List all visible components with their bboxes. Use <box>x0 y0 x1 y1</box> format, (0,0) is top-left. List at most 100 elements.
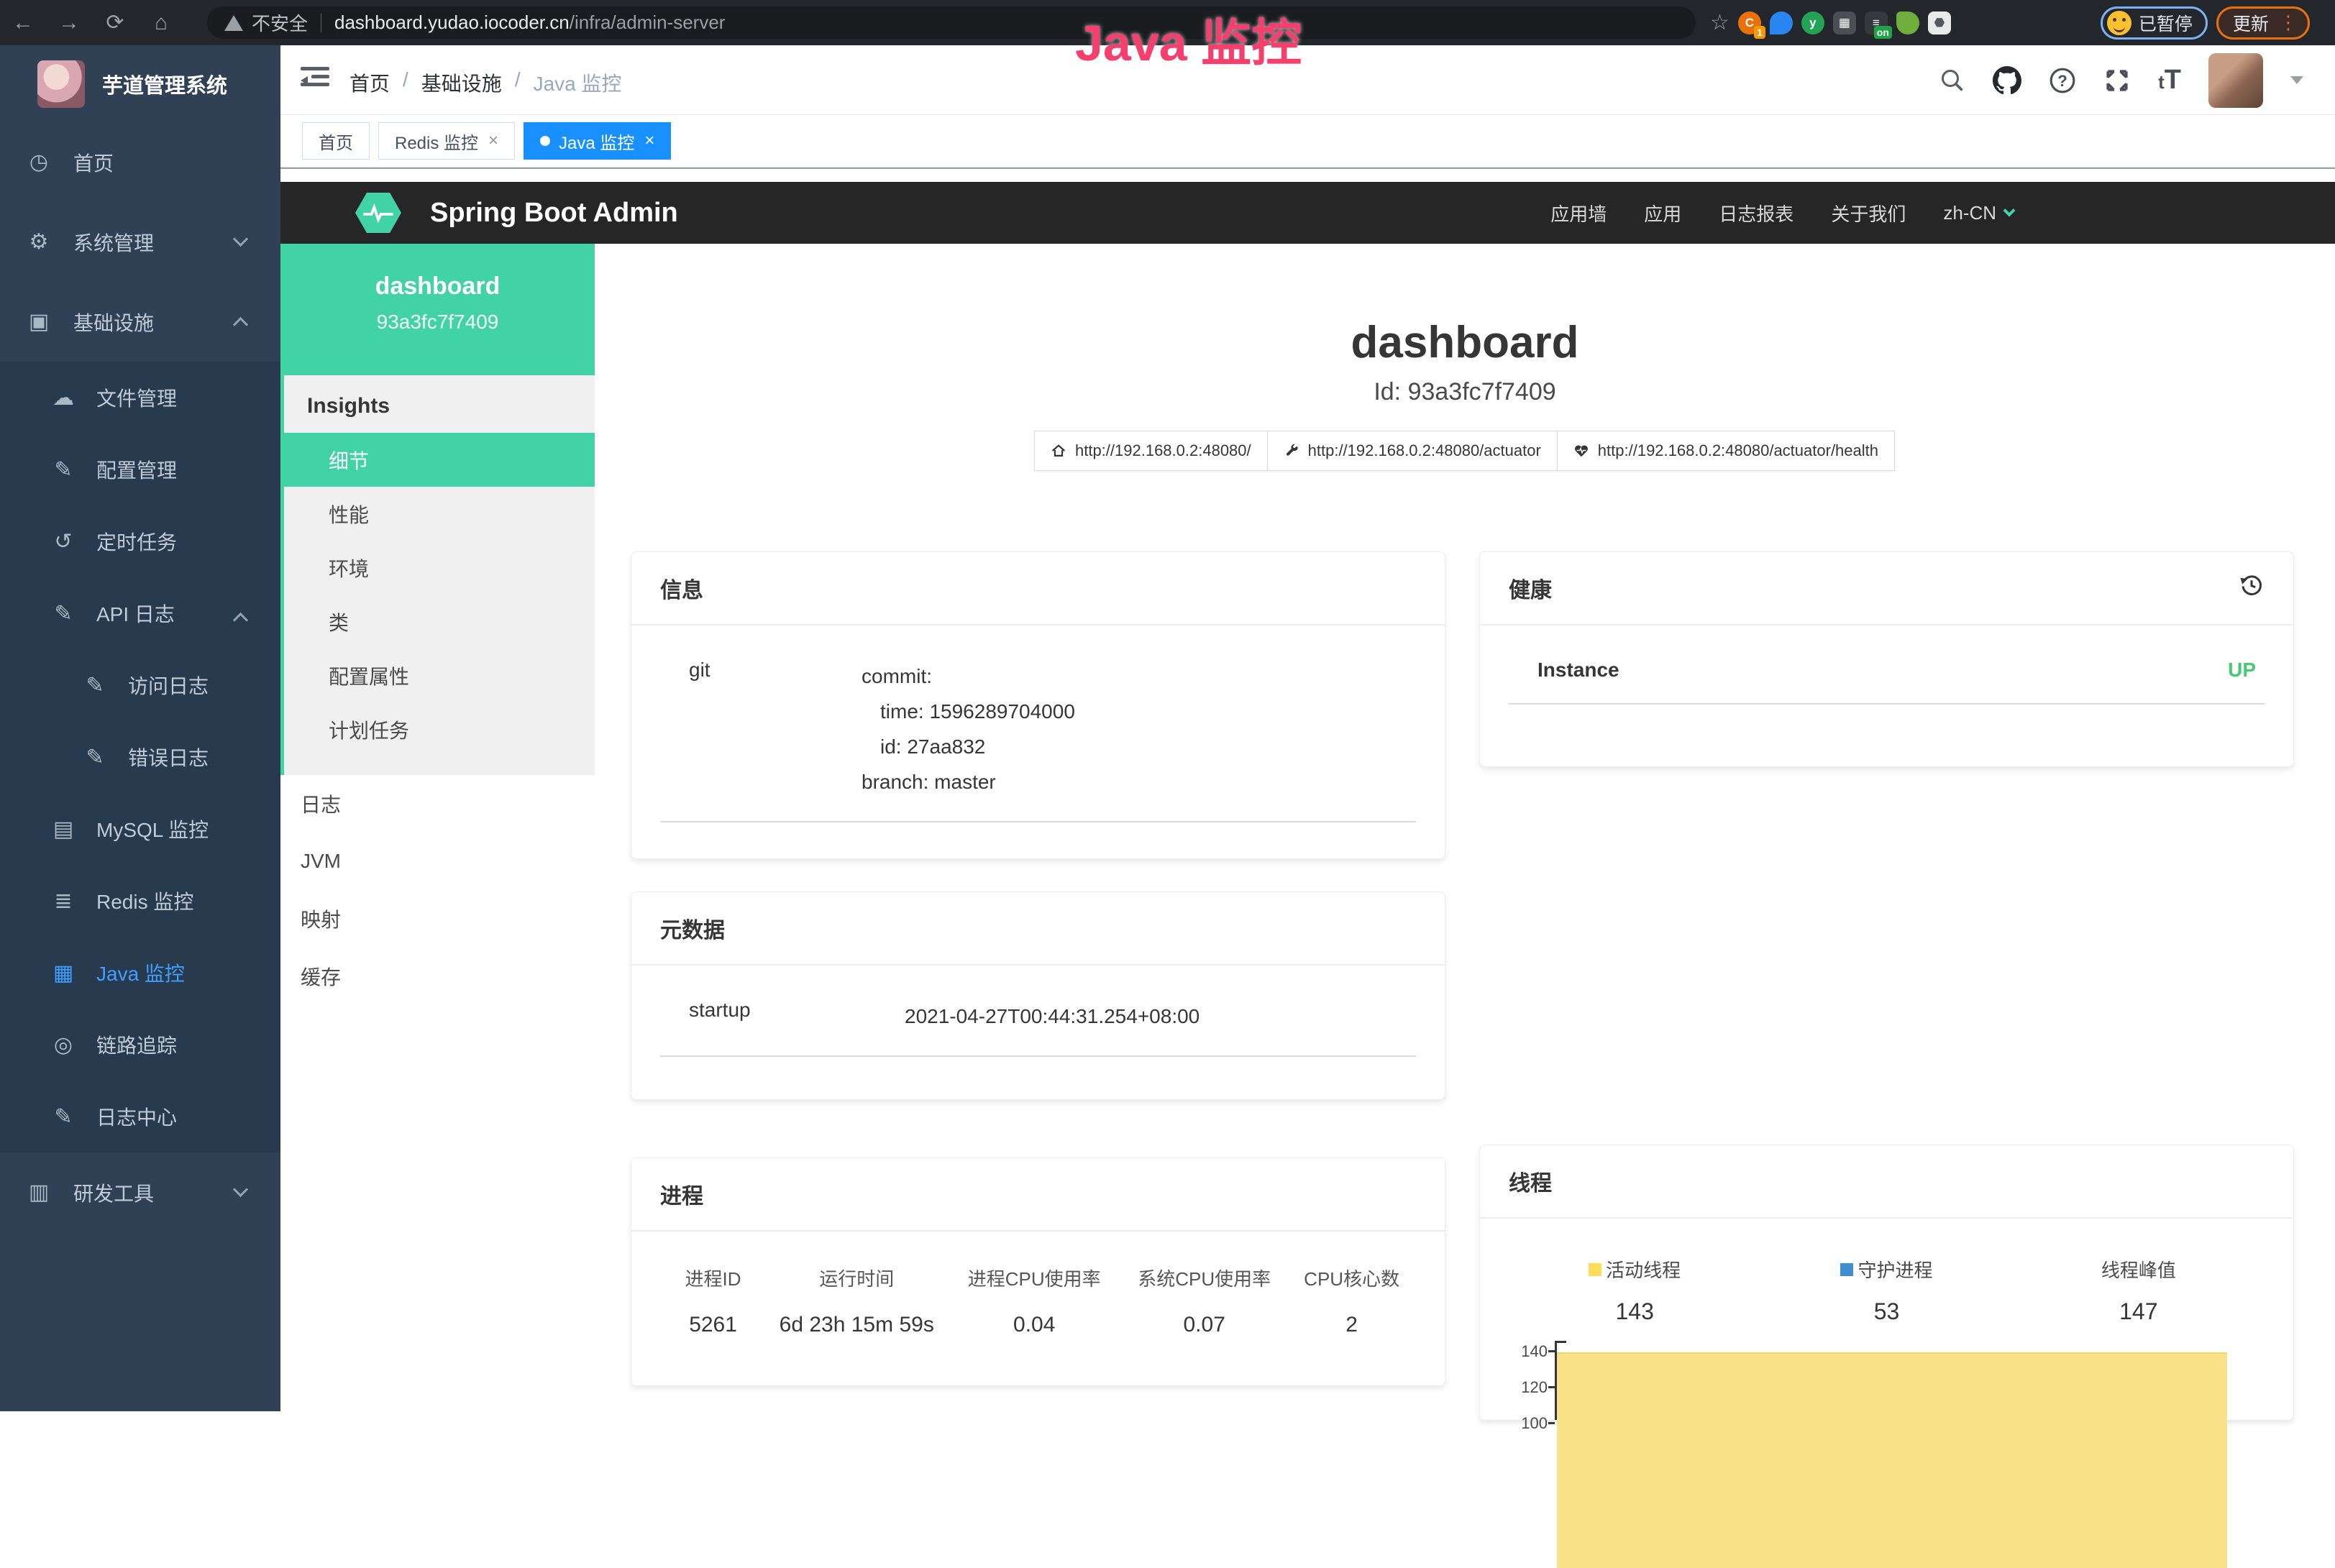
sidebar-item-jobs[interactable]: ↺ 定时任务 <box>0 505 280 577</box>
sidebar-item-dev-tools[interactable]: ▥ 研发工具 <box>0 1152 280 1232</box>
sba-menu-details[interactable]: 细节 <box>284 433 595 487</box>
chrome-update-button[interactable]: 更新 ⋮ <box>2216 6 2310 40</box>
close-icon[interactable]: × <box>644 131 654 151</box>
health-url-link[interactable]: http://192.168.0.2:48080/actuator/health <box>1557 431 1895 471</box>
layers-icon: ≣ <box>47 889 79 914</box>
instance-title: dashboard <box>595 317 2335 368</box>
process-cpu: 0.04 <box>947 1313 1121 1337</box>
sba-nav-about[interactable]: 关于我们 <box>1831 200 1906 226</box>
service-url-link[interactable]: http://192.168.0.2:48080/ <box>1034 431 1268 471</box>
chrome-menu-icon[interactable]: ⋮ <box>2279 12 2298 34</box>
history-icon[interactable] <box>2239 572 2265 604</box>
process-table: 进程ID 运行时间 进程CPU使用率 系统CPU使用率 CPU核心数 5261 … <box>660 1265 1416 1337</box>
sidebar-item-infra[interactable]: ▣ 基础设施 <box>0 282 280 362</box>
annotation-text: Java 监控 <box>1075 3 1302 75</box>
github-icon[interactable] <box>1993 66 2021 95</box>
sba-menu-caches[interactable]: 缓存 <box>280 948 595 1005</box>
metadata-startup-row: startup 2021-04-27T00:44:31.254+08:00 <box>660 999 1416 1057</box>
sidebar-item-java-monitor[interactable]: ▦ Java 监控 <box>0 937 280 1009</box>
bookmark-star-icon[interactable]: ☆ <box>1710 10 1729 35</box>
infra-submenu: ☁ 文件管理 ✎ 配置管理 ↺ 定时任务 ✎ API 日志 ✎ 访问日志 ✎ 错… <box>0 362 280 1152</box>
sidebar-item-files[interactable]: ☁ 文件管理 <box>0 362 280 434</box>
breadcrumb-home[interactable]: 首页 <box>349 68 390 97</box>
process-card-title: 进程 <box>660 1178 703 1210</box>
extension-grid-icon[interactable]: ▦ <box>1833 12 1856 35</box>
breadcrumb-infra[interactable]: 基础设施 <box>421 68 502 97</box>
sidebar-item-log-center[interactable]: ✎ 日志中心 <box>0 1081 280 1152</box>
cpu-cores: 2 <box>1287 1313 1416 1337</box>
edit-icon: ✎ <box>79 673 111 698</box>
sidebar-item-config[interactable]: ✎ 配置管理 <box>0 434 280 505</box>
sba-logo-icon[interactable] <box>355 193 401 233</box>
sba-nav-journal[interactable]: 日志报表 <box>1719 200 1793 226</box>
sidebar-item-error-log[interactable]: ✎ 错误日志 <box>0 721 280 793</box>
cloud-upload-icon: ☁ <box>47 385 79 411</box>
extension-switch-icon[interactable]: ≡on <box>1865 12 1888 35</box>
sba-menu-logging[interactable]: 日志 <box>280 775 595 833</box>
profile-chip[interactable]: 已暂停 <box>2101 6 2208 40</box>
forward-icon[interactable]: → <box>46 11 92 35</box>
breadcrumb-current: Java 监控 <box>534 68 622 97</box>
sba-language-select[interactable]: zh-CN <box>1943 202 2014 224</box>
tab-java-monitor[interactable]: Java 监控 × <box>524 122 671 160</box>
text-size-icon[interactable]: tT <box>2158 65 2181 96</box>
sidebar-item-redis[interactable]: ≣ Redis 监控 <box>0 865 280 937</box>
extensions-puzzle-icon[interactable]: ⬣ <box>1928 12 1951 35</box>
wrench-icon <box>1284 443 1299 459</box>
process-pid: 5261 <box>660 1313 766 1337</box>
sba-instance-header[interactable]: dashboard 93a3fc7f7409 <box>280 244 595 375</box>
gear-icon: ⚙ <box>23 229 55 255</box>
actuator-url-link[interactable]: http://192.168.0.2:48080/actuator <box>1267 431 1558 471</box>
sba-menu-config-props[interactable]: 配置属性 <box>284 648 595 702</box>
user-menu-caret-icon[interactable] <box>2290 76 2303 84</box>
sidebar-item-home[interactable]: ◷ 首页 <box>0 122 280 202</box>
metadata-card-title: 元数据 <box>660 912 725 944</box>
extension-icon[interactable]: C1 <box>1738 12 1761 35</box>
sba-menu-environment[interactable]: 环境 <box>284 541 595 595</box>
extension-leaf-icon[interactable] <box>1896 12 1919 35</box>
sidebar-item-tracing[interactable]: ◎ 链路追踪 <box>0 1009 280 1081</box>
search-icon[interactable] <box>1939 68 1965 93</box>
tab-home[interactable]: 首页 <box>302 122 370 160</box>
profile-chip-label: 已暂停 <box>2139 10 2193 36</box>
tab-redis-monitor[interactable]: Redis 监控 × <box>378 122 515 160</box>
app-sidebar: 芋道管理系统 ◷ 首页 ⚙ 系统管理 ▣ 基础设施 ☁ 文件管理 ✎ 配置管理 … <box>0 45 280 1411</box>
user-avatar[interactable] <box>2208 53 2263 108</box>
sidebar-item-system[interactable]: ⚙ 系统管理 <box>0 202 280 282</box>
extension-pin-icon[interactable] <box>1770 12 1793 35</box>
back-icon[interactable]: ← <box>0 11 46 35</box>
sidebar-item-mysql[interactable]: ▤ MySQL 监控 <box>0 793 280 865</box>
edit-icon: ✎ <box>79 745 111 770</box>
extension-y-icon[interactable]: y <box>1801 12 1824 35</box>
gauge-icon: ◷ <box>23 150 55 175</box>
fullscreen-icon[interactable] <box>2103 67 2131 94</box>
active-tab-dot <box>540 136 550 146</box>
heartbeat-icon <box>1573 443 1589 459</box>
edit-icon: ✎ <box>47 457 79 482</box>
sidebar-item-access-log[interactable]: ✎ 访问日志 <box>0 649 280 721</box>
sba-menu-scheduled-tasks[interactable]: 计划任务 <box>284 702 595 756</box>
sba-brand[interactable]: Spring Boot Admin <box>430 198 678 229</box>
help-icon[interactable]: ? <box>2049 67 2076 94</box>
sidebar-collapse-icon[interactable] <box>301 67 329 93</box>
home-icon[interactable]: ⌂ <box>138 11 184 35</box>
sba-instance-content: dashboard Id: 93a3fc7f7409 http://192.16… <box>595 244 2335 1464</box>
close-icon[interactable]: × <box>488 131 498 151</box>
sba-menu-classes[interactable]: 类 <box>284 595 595 648</box>
health-instance-row[interactable]: Instance UP <box>1509 659 2265 705</box>
sba-instance-sidebar: dashboard 93a3fc7f7409 Insights 细节 性能 环境… <box>280 244 595 1464</box>
sidebar-item-api-log[interactable]: ✎ API 日志 <box>0 577 280 649</box>
sba-nav-wallboard[interactable]: 应用墙 <box>1550 200 1607 226</box>
address-bar[interactable]: 不安全 dashboard.yudao.iocoder.cn /infra/ad… <box>207 6 1696 39</box>
sba-nav-applications[interactable]: 应用 <box>1644 200 1681 226</box>
daemon-threads-value: 53 <box>1760 1298 2012 1325</box>
reload-icon[interactable]: ⟳ <box>92 10 138 35</box>
sba-menu-metrics[interactable]: 性能 <box>284 487 595 541</box>
sba-menu-mappings[interactable]: 映射 <box>280 890 595 948</box>
screen-icon: ▦ <box>47 960 79 986</box>
process-card: 进程 进程ID 运行时间 进程CPU使用率 系统CPU使用率 CPU核心数 <box>631 1157 1445 1386</box>
app-logo[interactable]: 芋道管理系统 <box>0 45 280 122</box>
extension-badge: 1 <box>1754 26 1765 39</box>
daemon-threads-legend-swatch <box>1840 1263 1853 1276</box>
sba-menu-jvm[interactable]: JVM <box>280 833 595 890</box>
